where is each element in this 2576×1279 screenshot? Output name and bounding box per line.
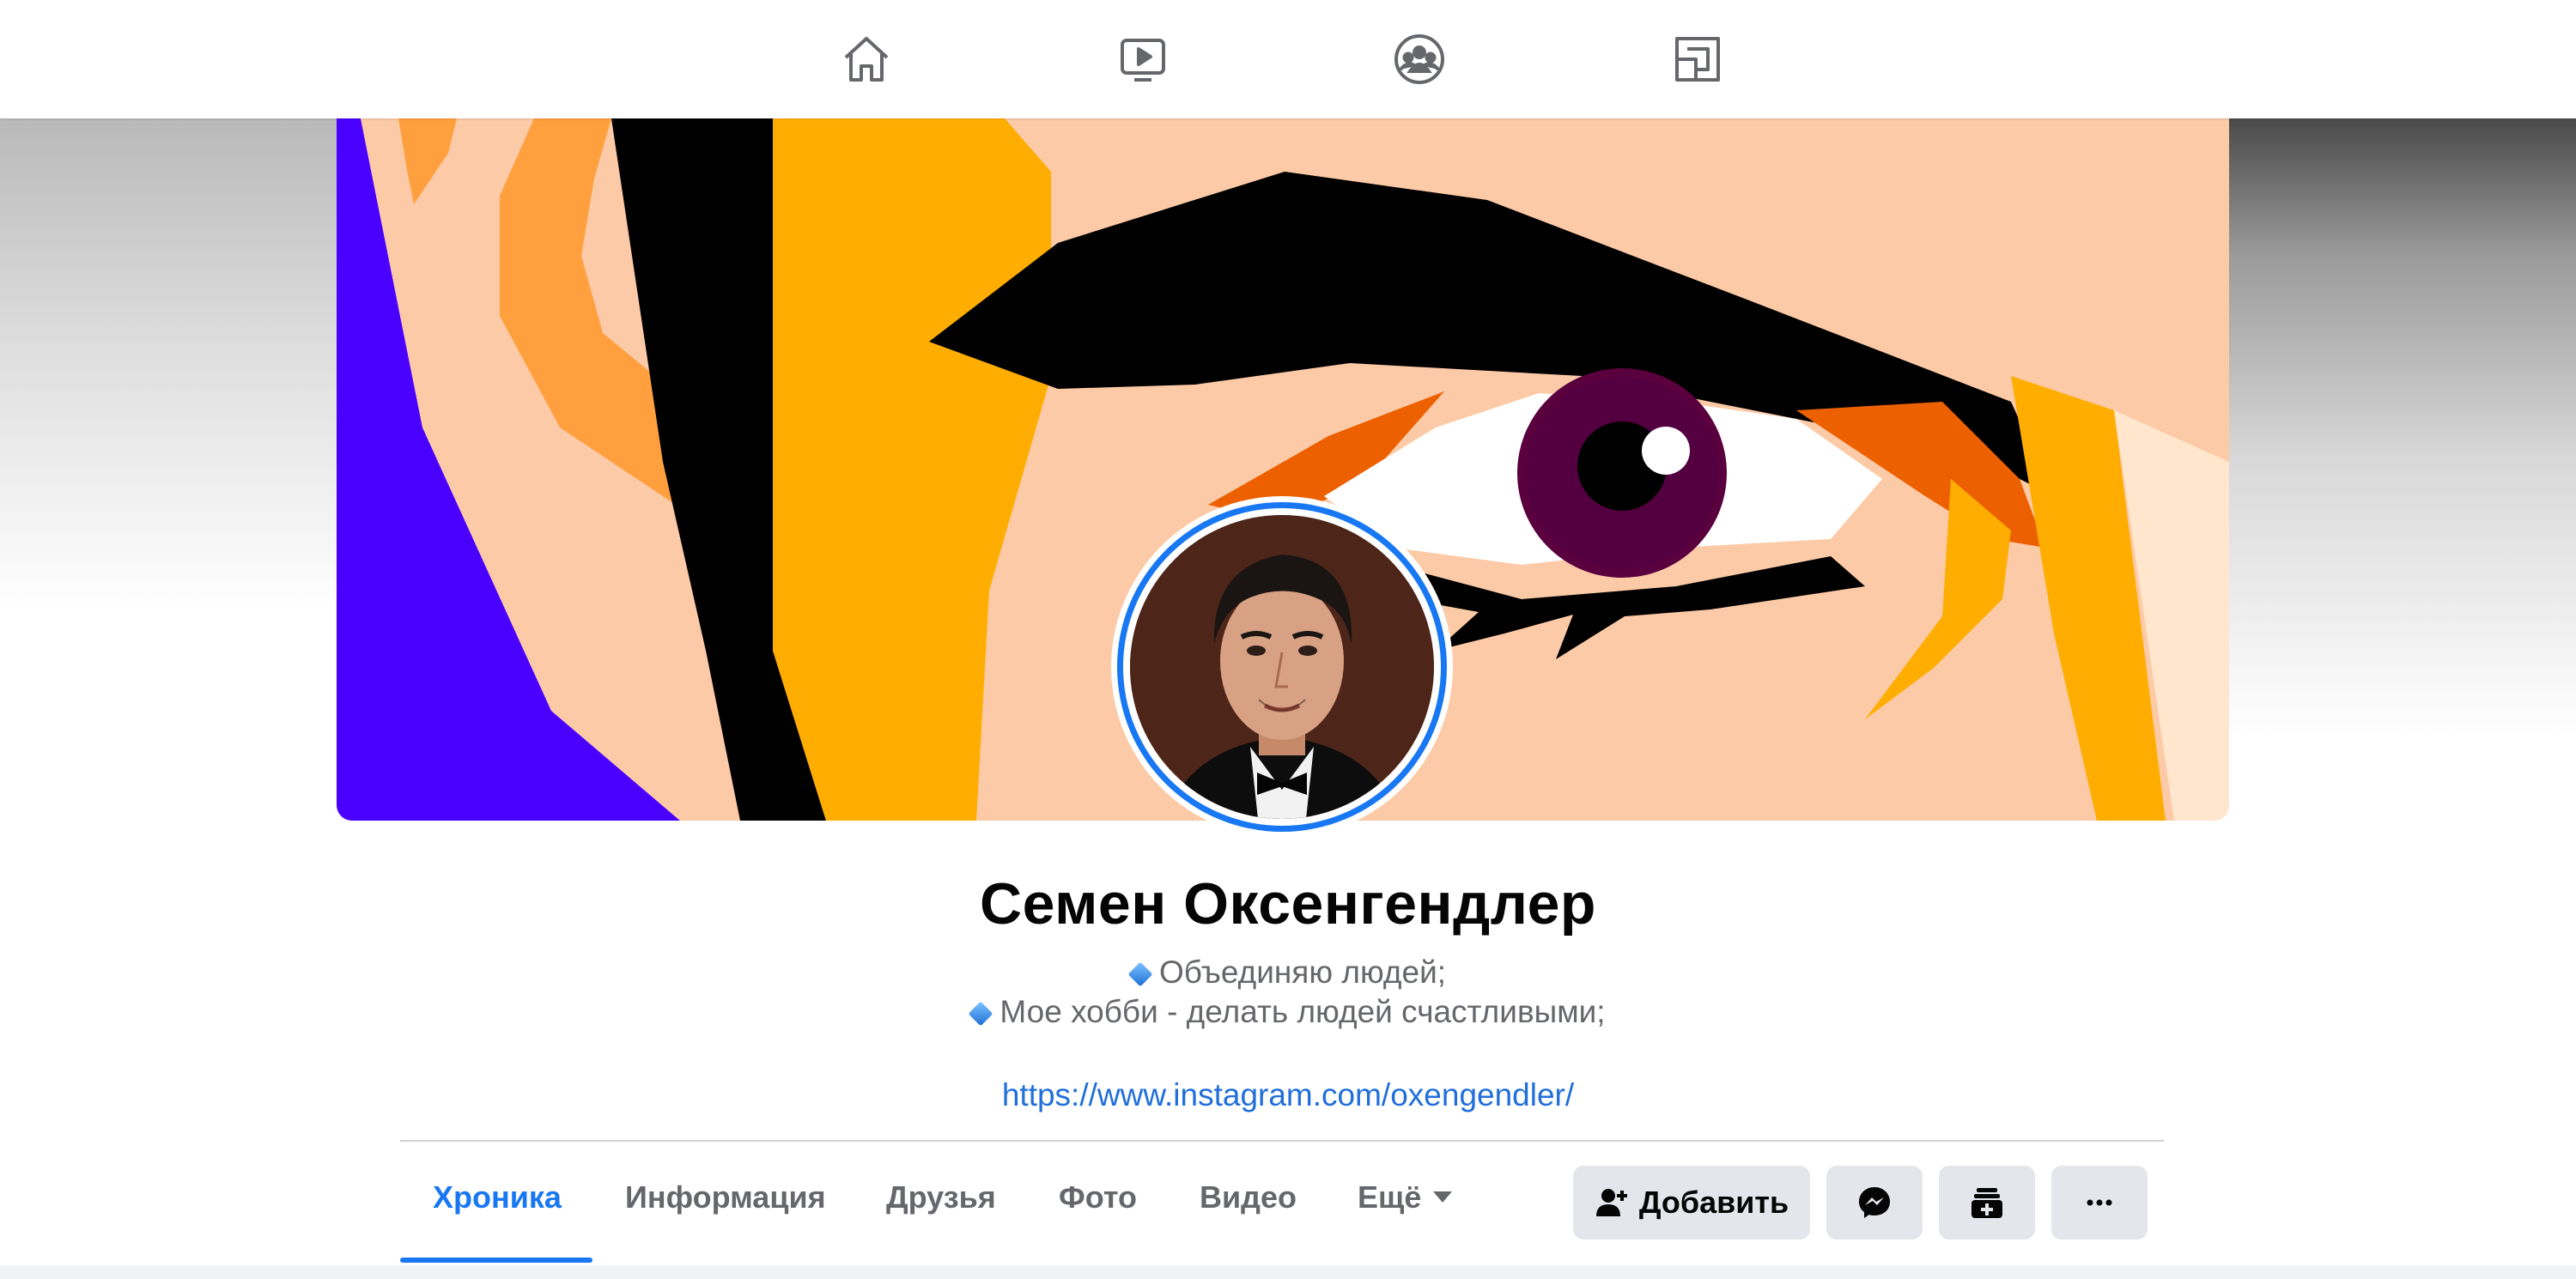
stack-button[interactable]	[1939, 1166, 2035, 1240]
bio-line-1-text: Объединяю людей;	[1158, 955, 1447, 990]
gaming-icon[interactable]	[1668, 29, 1728, 89]
add-friend-button[interactable]: Добавить	[1573, 1166, 1810, 1240]
tab-timeline[interactable]: Хроника	[433, 1179, 562, 1215]
more-icon	[2087, 1199, 2112, 1206]
active-tab-indicator	[400, 1258, 592, 1263]
profile-avatar[interactable]	[1111, 496, 1453, 838]
tab-videos[interactable]: Видео	[1200, 1179, 1297, 1215]
home-icon[interactable]	[836, 29, 896, 89]
profile-name: Семен Оксенгендлер	[980, 871, 1596, 937]
bio-line-1: Объединяю людей;	[0, 955, 2576, 991]
tab-more-label: Ещё	[1358, 1179, 1422, 1215]
tab-more[interactable]: Ещё	[1358, 1179, 1453, 1215]
add-friend-icon	[1595, 1189, 1627, 1216]
top-navigation-bar	[0, 0, 2576, 118]
caret-down-icon	[1433, 1191, 1453, 1203]
bio-line-2: Мое хобби - делать людей счастливыми;	[0, 994, 2576, 1030]
header-background-left	[0, 118, 337, 736]
watch-video-icon[interactable]	[1113, 29, 1173, 89]
blue-diamond-icon	[1127, 961, 1153, 987]
more-button[interactable]	[2051, 1166, 2148, 1240]
stack-icon	[1971, 1188, 2002, 1218]
avatar-photo	[1130, 515, 1434, 819]
instagram-link[interactable]: https://www.instagram.com/oxengendler/	[0, 1077, 2576, 1113]
tab-about[interactable]: Информация	[625, 1179, 826, 1215]
groups-icon[interactable]	[1389, 29, 1449, 89]
tabs-divider	[400, 1140, 2164, 1142]
page-bottom-background	[0, 1265, 2576, 1279]
bio-line-2-text: Мое хобби - делать людей счастливыми;	[999, 994, 1606, 1029]
messenger-button[interactable]	[1826, 1166, 1923, 1240]
blue-diamond-icon	[968, 1001, 993, 1027]
messenger-icon	[1859, 1187, 1890, 1218]
tab-friends[interactable]: Друзья	[886, 1179, 996, 1215]
tab-photos[interactable]: Фото	[1059, 1179, 1137, 1215]
add-friend-label: Добавить	[1638, 1185, 1789, 1220]
